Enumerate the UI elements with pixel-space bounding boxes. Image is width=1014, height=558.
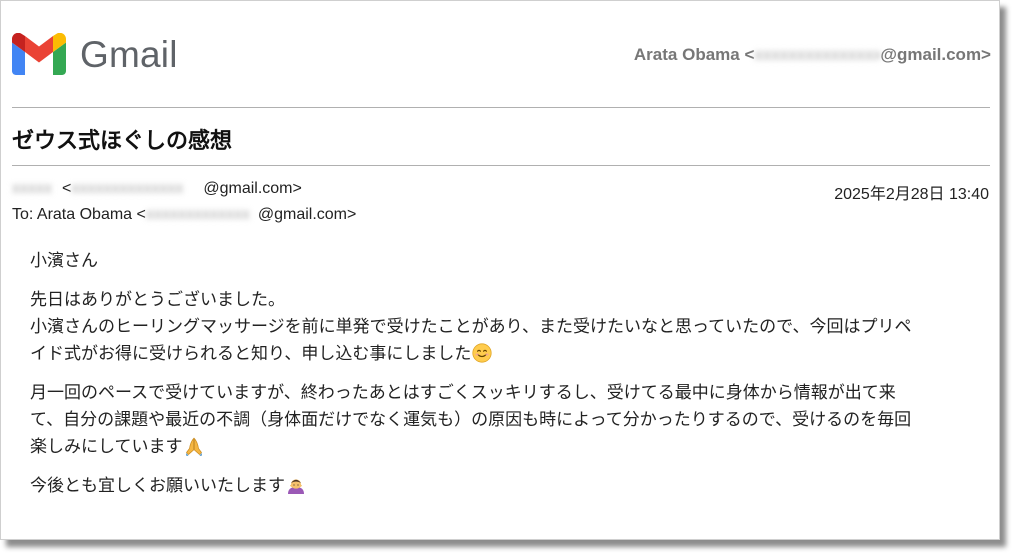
body-line: 小濱さんのヒーリングマッサージを前に単発で受けたことがあり、また受けたいなと思っ… <box>30 317 912 336</box>
recipient-domain: @gmail.com> <box>257 206 357 223</box>
recipient-redacted-address: xxxxxxxxxxxxx <box>145 206 250 223</box>
sender-open-bracket: < <box>62 180 72 197</box>
body-line-with-emoji: 楽しみにしています <box>30 433 975 460</box>
gmail-logo[interactable]: Gmail <box>12 33 178 75</box>
account-address: Arata Obama < xxxxxxxxxxxxxxx @gmail.com… <box>634 45 991 65</box>
paragraph-1: 先日はありがとうございました。 小濱さんのヒーリングマッサージを前に単発で受けた… <box>30 286 975 367</box>
account-redacted-local-part: xxxxxxxxxxxxxxx <box>754 45 881 64</box>
body-line: イド式がお得に受けられると知り、申し込む事にしました <box>30 344 472 363</box>
body-line-with-emoji: 今後とも宜しくお願いいたします <box>30 472 975 499</box>
recipient-prefix: To: Arata Obama < <box>12 206 146 223</box>
body-line-with-emoji: イド式がお得に受けられると知り、申し込む事にしました <box>30 340 975 367</box>
paragraph-2: 月一回のペースで受けていますが、終わったあとはすごくスッキリするし、受けてる最中… <box>30 379 975 460</box>
recipient-line: To: Arata Obama < xxxxxxxxxxxxx @gmail.c… <box>12 206 356 224</box>
account-name: Arata Obama <box>633 45 740 64</box>
sender-domain: @gmail.com> <box>203 180 302 197</box>
closing: 今後とも宜しくお願いいたします <box>30 472 975 499</box>
divider <box>12 107 990 108</box>
smiling-face-emoji <box>472 343 492 363</box>
gmail-m-icon <box>12 33 66 75</box>
greeting: 小濱さん <box>30 247 975 274</box>
body-line: て、自分の課題や最近の不調（身体面だけでなく運気も）の原因も時によって分かったり… <box>30 410 912 429</box>
email-print-view: Gmail Arata Obama < xxxxxxxxxxxxxxx @gma… <box>0 0 1000 540</box>
gmail-wordmark: Gmail <box>80 33 178 75</box>
email-subject: ゼウス式ほぐしの感想 <box>12 128 233 153</box>
header: Gmail Arata Obama < xxxxxxxxxxxxxxx @gma… <box>1 1 999 107</box>
account-domain: @gmail.com> <box>880 45 991 64</box>
person-bowing-emoji <box>288 479 304 494</box>
body-line: 月一回のペースで受けていますが、終わったあとはすごくスッキリするし、受けてる最中… <box>30 383 896 402</box>
body-line: 先日はありがとうございました。 <box>30 290 285 309</box>
divider <box>12 165 990 166</box>
sender-line: xxxxx < xxxxxxxxxxxxxx @gmail.com> <box>12 180 302 198</box>
folded-hands-emoji <box>185 437 202 456</box>
email-body: 小濱さん 先日はありがとうございました。 小濱さんのヒーリングマッサージを前に単… <box>30 247 975 511</box>
greeting-text: 小濱さん <box>30 251 98 270</box>
email-date: 2025年2月28日 13:40 <box>834 186 989 203</box>
body-line: 楽しみにしています <box>30 437 183 456</box>
sender-redacted-name: xxxxx <box>12 180 52 197</box>
closing-text: 今後とも宜しくお願いいたします <box>30 476 285 495</box>
sender-redacted-address: xxxxxxxxxxxxxx <box>71 180 184 197</box>
account-open-bracket: < <box>744 45 755 64</box>
